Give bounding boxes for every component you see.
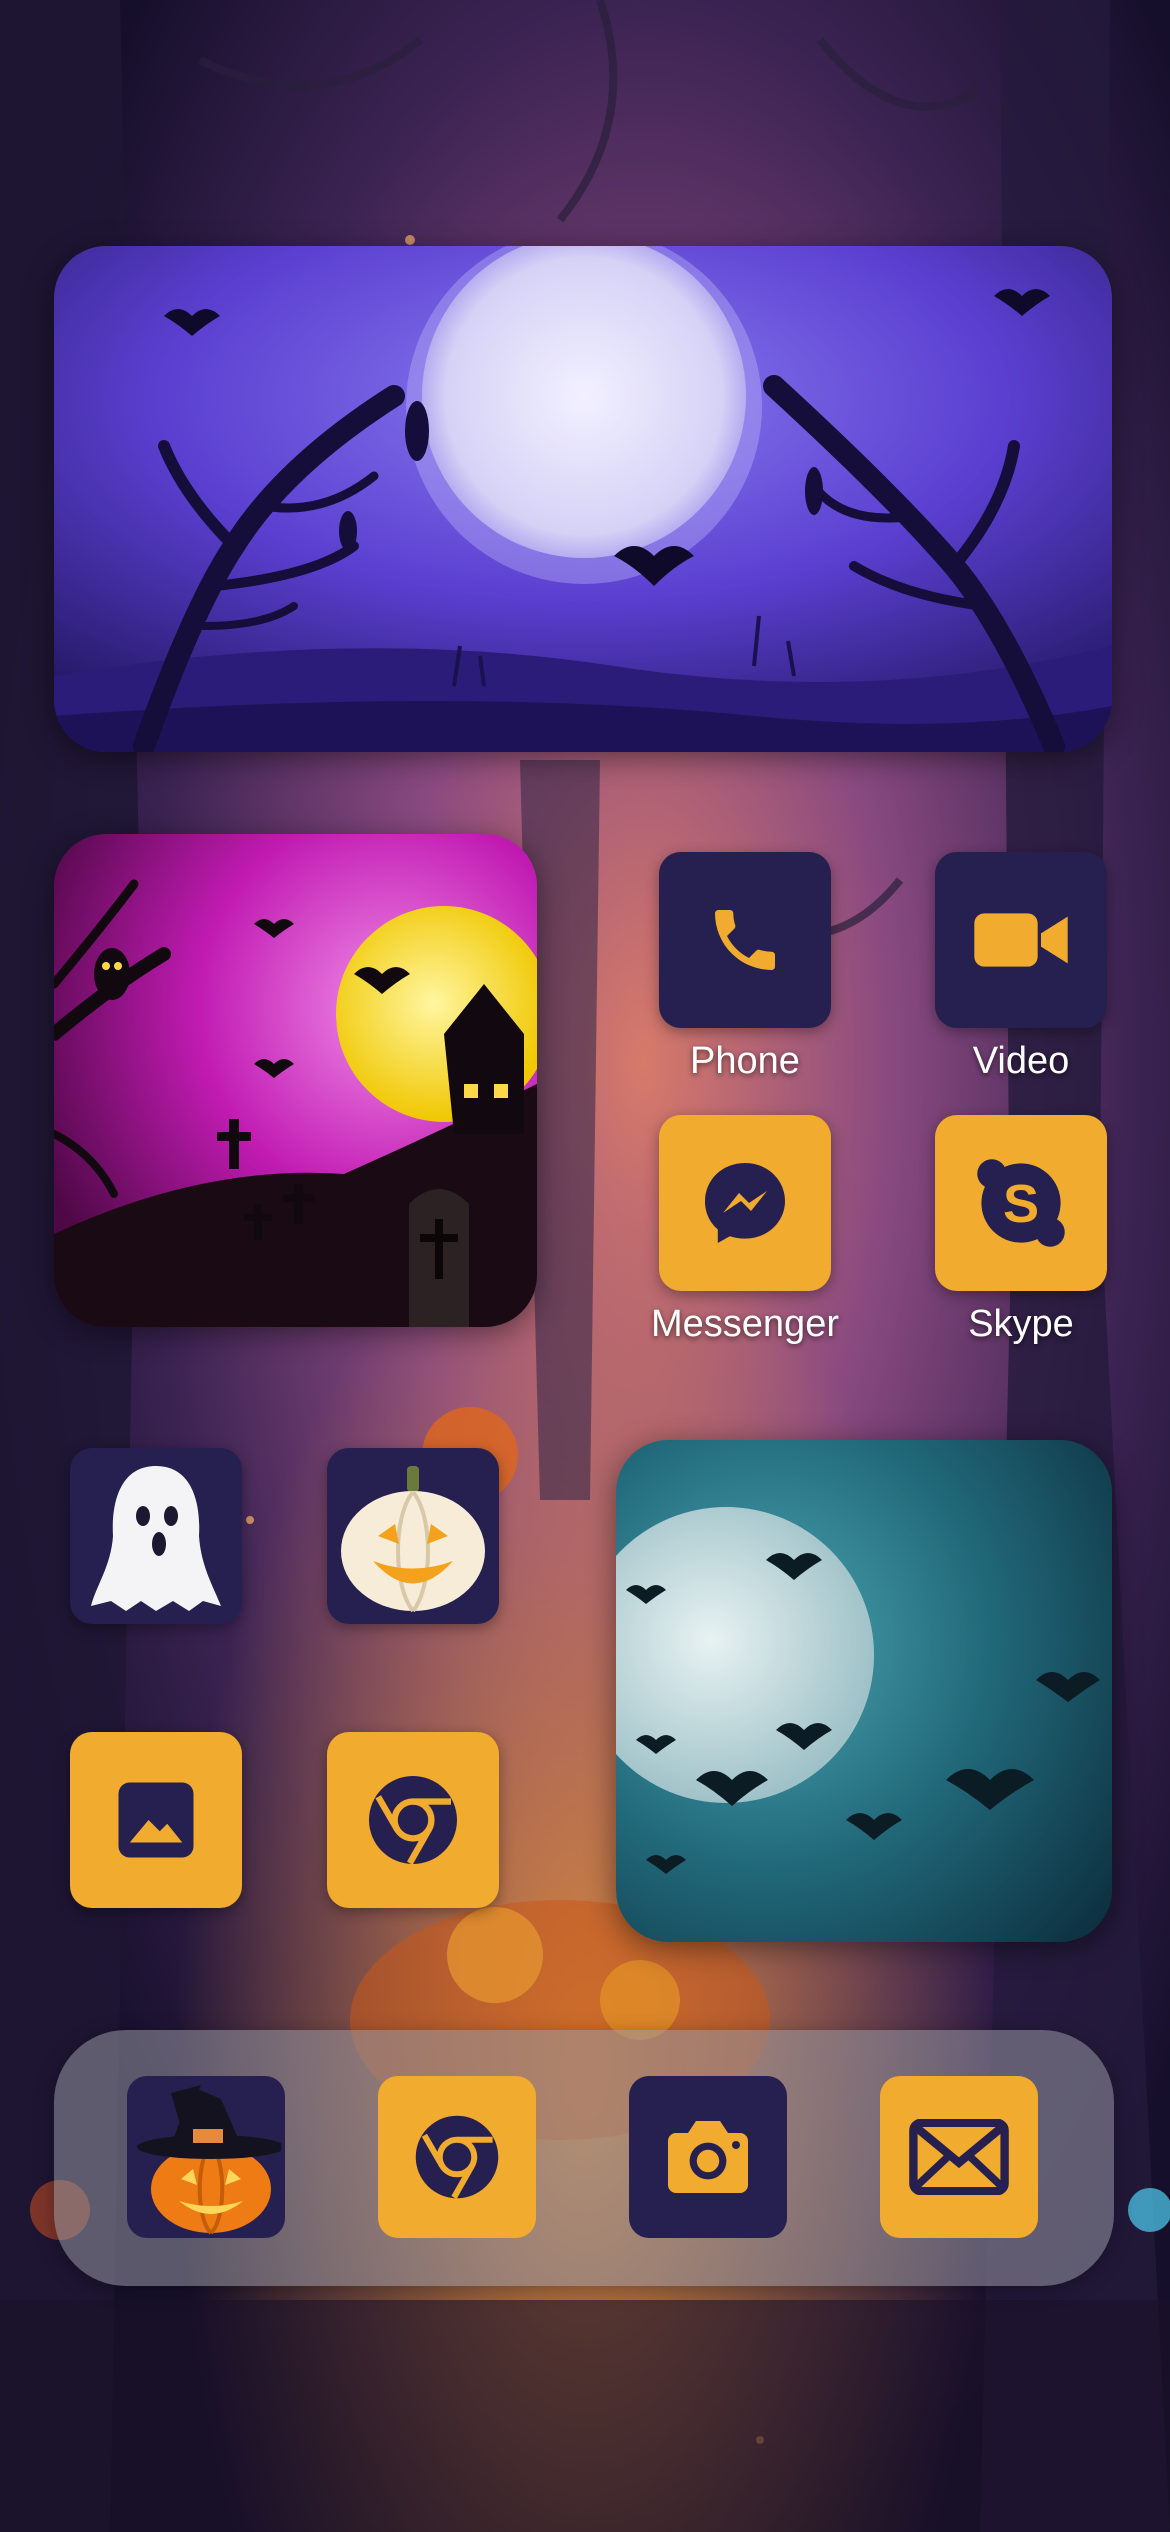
- photos-app-tile[interactable]: [70, 1732, 242, 1908]
- dock-camera-app[interactable]: [629, 2076, 787, 2238]
- svg-text:S: S: [1003, 1174, 1039, 1234]
- skype-app[interactable]: S Skype: [935, 1115, 1107, 1346]
- dock-mail-app[interactable]: [880, 2076, 1038, 2238]
- jack-o-lantern-icon: [341, 1466, 485, 1613]
- dock-witch-pumpkin-app[interactable]: [127, 2076, 285, 2238]
- video-app-label: Video: [972, 1040, 1070, 1082]
- phone-app-label: Phone: [690, 1040, 800, 1082]
- video-camera-icon: [974, 913, 1068, 967]
- haunted-house-image: [54, 834, 537, 1327]
- chrome-icon: [415, 2115, 499, 2199]
- messenger-app[interactable]: Messenger: [651, 1115, 839, 1346]
- witch-pumpkin-icon: [137, 2085, 281, 2235]
- dock-chrome-app[interactable]: [378, 2076, 536, 2238]
- dock: [54, 2030, 1114, 2286]
- chrome-icon: [369, 1776, 457, 1865]
- teal-moon-widget[interactable]: [616, 1440, 1112, 1942]
- messenger-app-tile[interactable]: [659, 1115, 831, 1291]
- photos-app[interactable]: [70, 1732, 242, 1908]
- chrome-app-tile[interactable]: [327, 1732, 499, 1908]
- purple-moon-widget[interactable]: [54, 246, 1112, 752]
- purple-moon-image: [54, 246, 1112, 752]
- messenger-app-label: Messenger: [651, 1303, 839, 1345]
- phone-app-tile[interactable]: [659, 852, 831, 1028]
- haunted-house-widget[interactable]: [54, 834, 537, 1327]
- ghost-icon: [91, 1466, 221, 1611]
- video-app-tile[interactable]: [935, 852, 1107, 1028]
- phone-icon: [715, 910, 775, 970]
- camera-icon: [668, 2121, 748, 2193]
- jack-o-lantern-app-tile[interactable]: [327, 1448, 499, 1624]
- mail-icon: [909, 2119, 1009, 2195]
- jack-o-lantern-app[interactable]: [327, 1448, 499, 1624]
- skype-icon: S: [977, 1159, 1065, 1247]
- photos-icon: [118, 1782, 194, 1858]
- teal-moon-image: [616, 1440, 1112, 1942]
- video-app[interactable]: Video: [935, 852, 1107, 1083]
- ghost-app-tile[interactable]: [70, 1448, 242, 1624]
- chrome-app[interactable]: [327, 1732, 499, 1908]
- phone-app[interactable]: Phone: [659, 852, 831, 1083]
- ghost-app[interactable]: [70, 1448, 242, 1624]
- skype-app-tile[interactable]: S: [935, 1115, 1107, 1291]
- messenger-icon: [705, 1163, 785, 1243]
- skype-app-label: Skype: [968, 1303, 1074, 1345]
